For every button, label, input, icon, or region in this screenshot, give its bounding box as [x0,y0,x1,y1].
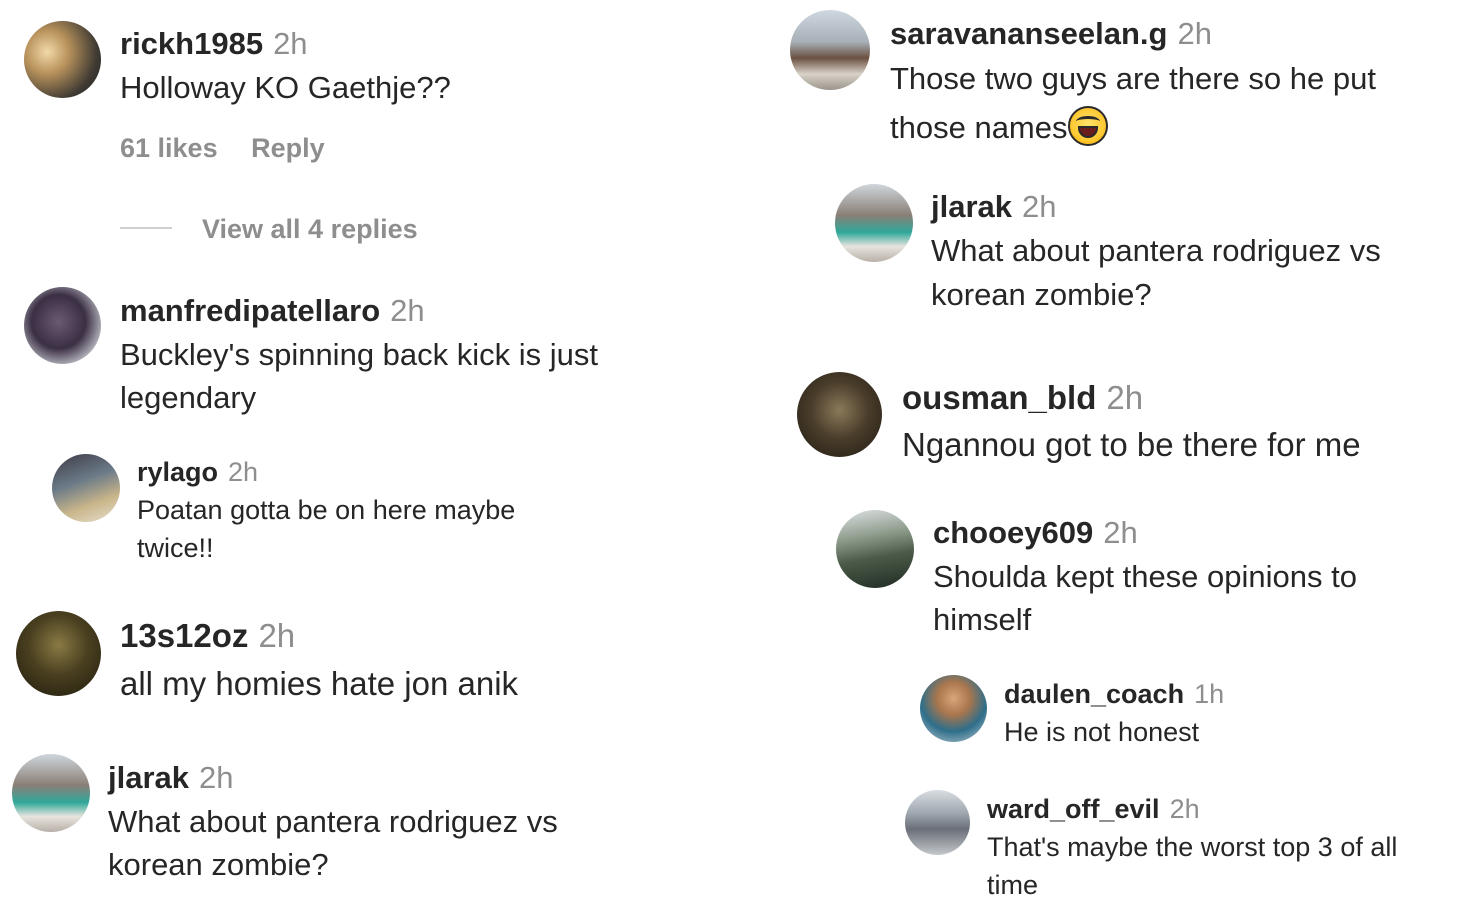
timestamp: 2h [1106,379,1144,416]
avatar[interactable] [790,10,870,90]
username[interactable]: rylago [137,457,218,487]
comment-text-line-1: What about pantera rodriguez vs [108,804,558,839]
comment-text-line-2: those names [890,110,1068,145]
username[interactable]: 13s12oz [120,617,248,654]
comment-text: He is not honest [1004,717,1200,747]
timestamp: 2h [273,26,308,61]
laughing-emoji-icon [1067,106,1108,146]
timestamp: 2h [390,293,425,328]
username[interactable]: manfredipatellaro [120,293,380,328]
username[interactable]: ousman_bld [902,379,1096,416]
comment-text-line-2: korean zombie? [931,277,1152,312]
avatar[interactable] [24,287,101,364]
username[interactable]: saravananseelan.g [890,16,1167,51]
avatar[interactable] [16,611,101,696]
avatar[interactable] [920,675,987,742]
comment-text-line-2: legendary [120,380,257,415]
comment-text-line-1: Those two guys are there so he put [890,61,1376,96]
avatar[interactable] [905,790,970,855]
timestamp: 2h [1177,16,1212,51]
username[interactable]: ward_off_evil [987,794,1160,824]
timestamp: 2h [228,457,259,487]
avatar[interactable] [12,754,90,832]
timestamp: 2h [1169,794,1200,824]
username[interactable]: chooey609 [933,515,1093,550]
avatar[interactable] [797,372,882,457]
comment-text-line-2: himself [933,602,1032,637]
timestamp: 1h [1194,679,1225,709]
view-replies-button[interactable]: View all 4 replies [202,214,418,245]
timestamp: 2h [1103,515,1138,550]
likes-count[interactable]: 61 likes [120,133,218,163]
timestamp: 2h [1022,189,1057,224]
avatar[interactable] [836,510,914,588]
avatar[interactable] [52,454,120,522]
comment-text: Ngannou got to be there for me [902,426,1361,463]
timestamp: 2h [258,617,296,654]
username[interactable]: jlarak [931,189,1012,224]
comment-text: all my homies hate jon anik [120,665,519,702]
comment-text-line-1: Poatan gotta be on here maybe [137,495,516,525]
comment-text-line-2: time [987,870,1039,900]
username[interactable]: jlarak [108,760,189,795]
username[interactable]: rickh1985 [120,26,263,61]
comment-text-line-1: Shoulda kept these opinions to [933,559,1357,594]
avatar[interactable] [24,21,101,98]
comment-text: Holloway KO Gaethje?? [120,70,451,105]
comment-text-line-1: That's maybe the worst top 3 of all [987,832,1398,862]
comment-text-line-2: korean zombie? [108,847,329,882]
comment-text-line-2: twice!! [137,533,214,563]
replies-divider [120,227,172,229]
timestamp: 2h [199,760,234,795]
avatar[interactable] [835,184,913,262]
comment-text-line-1: Buckley's spinning back kick is just [120,337,599,372]
comment-text-line-1: What about pantera rodriguez vs [931,233,1381,268]
reply-button[interactable]: Reply [251,133,325,163]
username[interactable]: daulen_coach [1004,679,1184,709]
